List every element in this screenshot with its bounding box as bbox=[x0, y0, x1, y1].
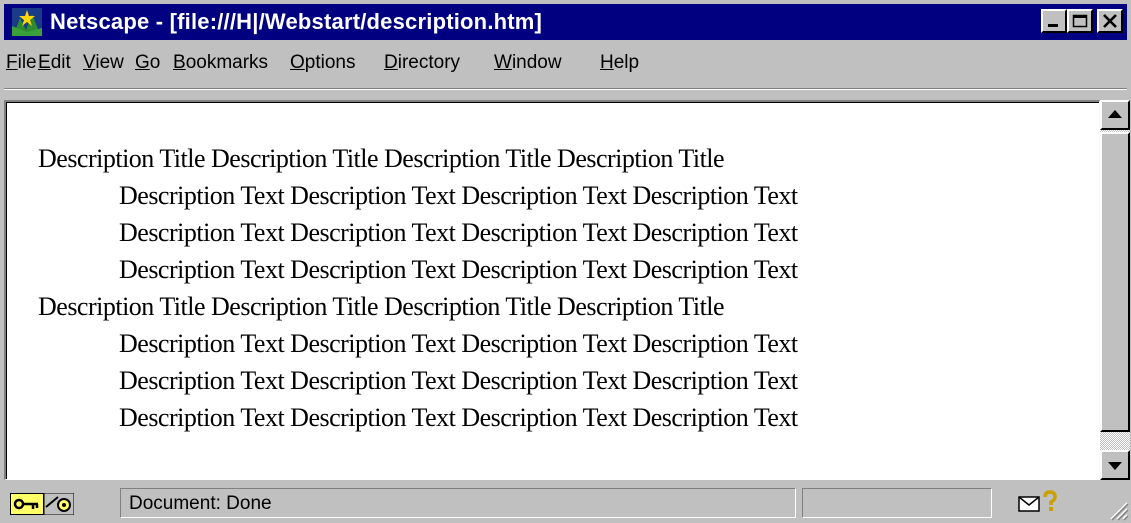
maximize-button[interactable] bbox=[1067, 9, 1093, 33]
menu-view[interactable]: View bbox=[83, 52, 124, 74]
component-bar-icon[interactable] bbox=[44, 493, 74, 515]
scroll-down-button[interactable] bbox=[1100, 450, 1130, 480]
vertical-scrollbar[interactable] bbox=[1100, 100, 1130, 480]
status-icons-left bbox=[4, 488, 112, 518]
description-title: Description Title Description Title Desc… bbox=[38, 292, 725, 321]
description-text: Description Text Description Text Descri… bbox=[119, 403, 798, 432]
menu-help[interactable]: Help bbox=[600, 52, 639, 74]
menu-go[interactable]: Go bbox=[135, 52, 160, 74]
menu-divider bbox=[4, 88, 1127, 90]
minimize-button[interactable] bbox=[1041, 9, 1067, 33]
status-message-panel: Document: Done bbox=[120, 488, 796, 518]
arrow-up-icon bbox=[1108, 110, 1122, 118]
description-text: Description Text Description Text Descri… bbox=[119, 181, 798, 210]
menu-bookmarks[interactable]: Bookmarks bbox=[173, 52, 268, 74]
window-title: Netscape - [file:///H|/Webstart/descript… bbox=[50, 9, 543, 34]
menu-bar: File Edit View Go Bookmarks Options Dire… bbox=[4, 44, 1127, 78]
scroll-up-button[interactable] bbox=[1100, 100, 1130, 130]
maximize-icon bbox=[1072, 14, 1088, 28]
resize-grip-icon[interactable] bbox=[1107, 499, 1129, 521]
browser-window: Netscape - [file:///H|/Webstart/descript… bbox=[0, 0, 1131, 523]
close-icon bbox=[1103, 14, 1117, 28]
menu-directory[interactable]: Directory bbox=[384, 52, 460, 74]
title-bar[interactable]: Netscape - [file:///H|/Webstart/descript… bbox=[4, 4, 1127, 40]
netscape-logo-icon bbox=[12, 8, 42, 36]
menu-options[interactable]: Options bbox=[290, 52, 355, 74]
status-message: Document: Done bbox=[129, 493, 272, 514]
status-icons-right bbox=[998, 488, 1102, 518]
menu-edit[interactable]: Edit bbox=[38, 52, 71, 74]
help-question-icon[interactable] bbox=[1042, 490, 1058, 512]
description-text: Description Text Description Text Descri… bbox=[119, 255, 798, 284]
description-text: Description Text Description Text Descri… bbox=[119, 218, 798, 247]
document-view[interactable]: Description Title Description Title Desc… bbox=[4, 100, 1100, 480]
menu-file[interactable]: File bbox=[6, 52, 37, 74]
description-text: Description Text Description Text Descri… bbox=[119, 366, 798, 395]
menu-window[interactable]: Window bbox=[494, 52, 562, 74]
scroll-thumb[interactable] bbox=[1100, 132, 1130, 432]
status-bar: Document: Done bbox=[0, 484, 1131, 523]
progress-panel bbox=[802, 488, 992, 518]
minimize-icon bbox=[1048, 24, 1058, 27]
arrow-down-icon bbox=[1108, 462, 1122, 470]
close-button[interactable] bbox=[1097, 9, 1123, 33]
description-text: Description Text Description Text Descri… bbox=[119, 329, 798, 358]
security-key-icon[interactable] bbox=[10, 493, 44, 515]
description-title: Description Title Description Title Desc… bbox=[38, 144, 725, 173]
mail-icon[interactable] bbox=[1018, 496, 1040, 512]
